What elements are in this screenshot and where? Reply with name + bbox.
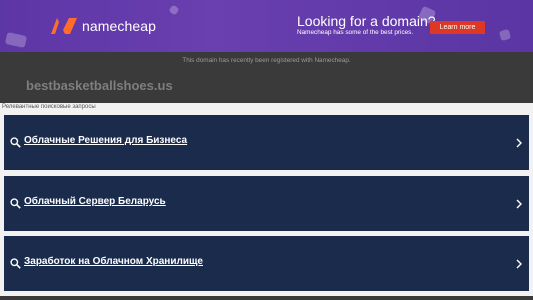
search-result-link[interactable]: Облачный Сервер Беларусь	[24, 196, 166, 207]
namecheap-logo-icon	[51, 18, 77, 34]
registration-notice: This domain has recently been registered…	[182, 57, 351, 64]
search-result-card[interactable]: Облачные Решения для Бизнеса	[4, 115, 529, 170]
search-result-card[interactable]: Заработок на Облачном Хранилище	[4, 236, 529, 291]
namecheap-logo[interactable]: namecheap	[50, 17, 156, 35]
related-searches-label: Релевантные поисковые запросы	[2, 104, 96, 110]
search-result-card[interactable]: Облачный Сервер Беларусь	[4, 176, 529, 231]
search-icon	[10, 137, 21, 148]
domain-name: bestbasketballshoes.us	[26, 78, 173, 93]
decorative-shape	[4, 32, 28, 48]
decorative-shape	[498, 28, 512, 42]
banner-headline: Looking for a domain?	[297, 13, 436, 29]
banner-subline: Namecheap has some of the best prices.	[297, 29, 414, 36]
chevron-right-icon	[516, 138, 522, 148]
learn-more-button[interactable]: Learn more	[430, 21, 485, 34]
namecheap-banner: namecheap Looking for a domain? Namechea…	[0, 0, 533, 52]
decorative-shape	[168, 4, 180, 16]
search-icon	[10, 258, 21, 269]
chevron-right-icon	[516, 199, 522, 209]
chevron-right-icon	[516, 259, 522, 269]
search-icon	[10, 198, 21, 209]
search-result-link[interactable]: Заработок на Облачном Хранилище	[24, 256, 203, 267]
footer-bar	[0, 296, 533, 300]
logo-text: namecheap	[82, 18, 157, 34]
search-result-link[interactable]: Облачные Решения для Бизнеса	[24, 135, 187, 146]
